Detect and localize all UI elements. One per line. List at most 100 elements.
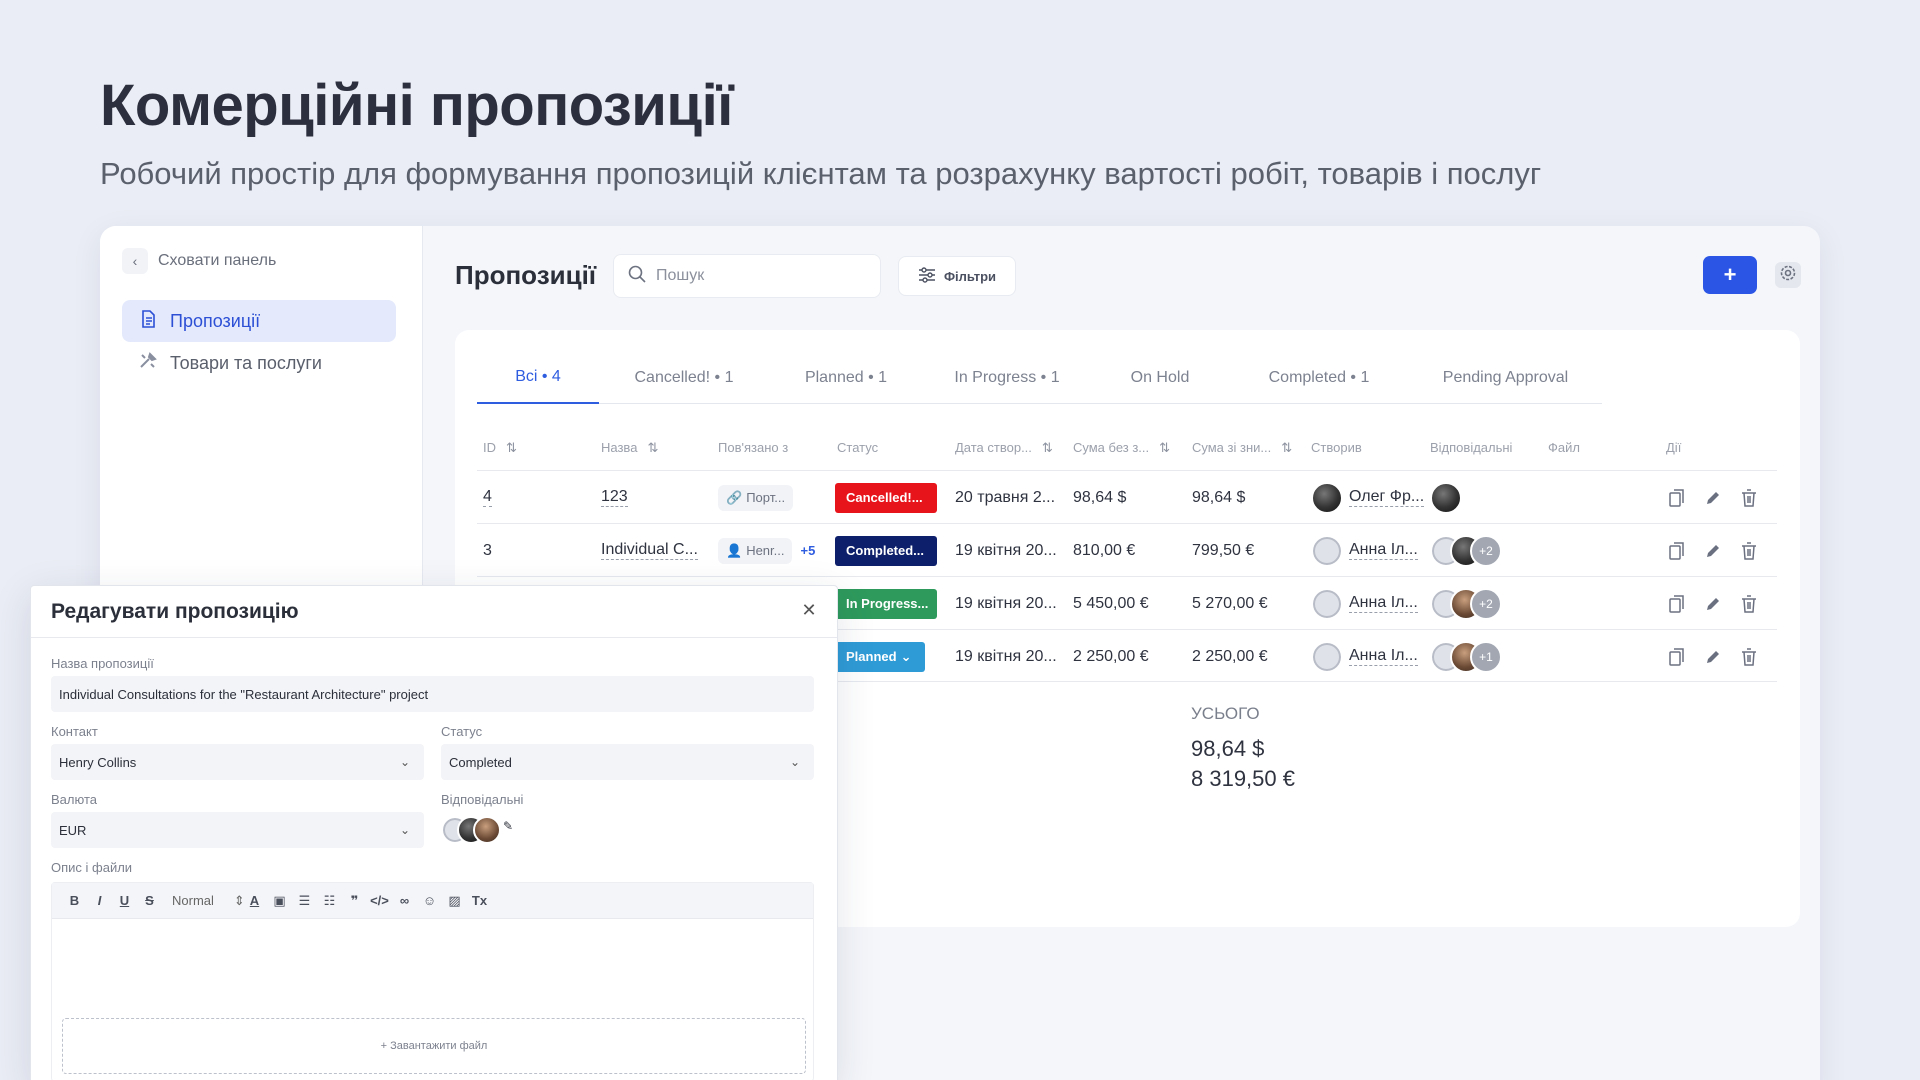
search-icon (628, 265, 646, 288)
status-badge[interactable]: Cancelled!... (835, 482, 937, 513)
linked-chip[interactable]: 👤 Henr... (718, 537, 793, 564)
column-id[interactable]: ID ⇅ (483, 440, 517, 456)
column-sum-discount[interactable]: Сума зі зни... ⇅ (1192, 440, 1292, 456)
status-badge[interactable]: In Progress... (835, 588, 937, 619)
underline-icon[interactable]: U (112, 893, 137, 908)
link-icon: 🔗 (726, 489, 743, 505)
bullet-list-icon[interactable]: ☷ (317, 893, 342, 909)
row-id[interactable]: 3 (483, 524, 492, 577)
trash-icon[interactable] (1739, 488, 1759, 508)
total-eur: 8 319,50 € (1191, 766, 1295, 791)
column-sum-no-discount[interactable]: Сума без з... ⇅ (1073, 440, 1170, 456)
tab-planned[interactable]: Planned • 1 (769, 352, 923, 404)
responsible-avatars[interactable]: +2 (1430, 534, 1502, 567)
status-label: Статус (441, 724, 483, 739)
edit-icon[interactable] (1703, 647, 1723, 667)
total-label: УСЬОГО (1191, 704, 1260, 723)
total-usd: 98,64 $ (1191, 736, 1265, 761)
edit-icon[interactable] (1703, 488, 1723, 508)
strike-icon[interactable]: S (137, 893, 162, 908)
proposal-name-field[interactable]: Individual Consultations for the "Restau… (51, 676, 814, 712)
tab-pending-approval[interactable]: Pending Approval (1409, 352, 1602, 404)
row-date: 20 травня 2... (955, 488, 1056, 506)
copy-icon[interactable] (1667, 541, 1687, 561)
status-select[interactable]: Completed ⌄ (441, 744, 814, 780)
ordered-list-icon[interactable]: ☰ (292, 893, 317, 909)
settings-button[interactable] (1775, 262, 1801, 288)
row-id[interactable]: 4 (483, 488, 492, 507)
format-select[interactable]: Normal ⇕ (162, 893, 245, 909)
linked-more[interactable]: +5 (800, 543, 815, 558)
text-color-icon[interactable]: A (242, 893, 267, 908)
close-icon[interactable]: ✕ (799, 600, 819, 620)
copy-icon[interactable] (1667, 488, 1687, 508)
tab-cancelled[interactable]: Cancelled! • 1 (599, 352, 769, 404)
sort-icon: ⇅ (506, 440, 517, 455)
gear-icon (1779, 264, 1797, 287)
responsible-avatars[interactable] (1430, 481, 1462, 514)
row-sum-discount: 5 270,00 € (1192, 594, 1268, 612)
column-date[interactable]: Дата створ... ⇅ (955, 440, 1053, 456)
creator-name[interactable]: Олег Фр... (1349, 488, 1425, 507)
italic-icon[interactable]: I (87, 893, 112, 908)
sidebar-item-products[interactable]: Товари та послуги (122, 342, 396, 384)
hide-panel-button[interactable]: ‹ Сховати панель (122, 248, 276, 274)
creator-name[interactable]: Анна Іл... (1349, 594, 1418, 613)
status-badge[interactable]: Planned ⌄ (835, 641, 925, 672)
trash-icon[interactable] (1739, 647, 1759, 667)
trash-icon[interactable] (1739, 594, 1759, 614)
column-actions: Дії (1666, 440, 1682, 455)
emoji-icon[interactable]: ☺ (417, 893, 442, 908)
link-icon[interactable]: ∞ (392, 893, 417, 908)
responsible-avatars[interactable]: ✎ (441, 816, 513, 844)
quote-icon[interactable]: ❞ (342, 893, 367, 909)
add-proposal-button[interactable]: + (1703, 256, 1757, 294)
avatar (1311, 587, 1343, 620)
creator-name[interactable]: Анна Іл... (1349, 541, 1418, 560)
copy-icon[interactable] (1667, 594, 1687, 614)
row-name[interactable]: 123 (601, 488, 628, 507)
row-name[interactable]: Individual C... (601, 541, 698, 560)
trash-icon[interactable] (1739, 541, 1759, 561)
copy-icon[interactable] (1667, 647, 1687, 667)
avatar-more: +2 (1470, 587, 1502, 620)
sidebar-item-proposals[interactable]: Пропозиції (122, 300, 396, 342)
status-badge[interactable]: Completed... (835, 535, 937, 566)
search-input[interactable]: Пошук (613, 254, 881, 298)
editor-toolbar: B I U S Normal ⇕ A ▣ ☰ ☷ ❞ </> ∞ ☺ ▨ Tx (52, 883, 813, 919)
search-placeholder: Пошук (656, 267, 705, 284)
code-icon[interactable]: </> (367, 893, 392, 908)
edit-icon[interactable] (1703, 541, 1723, 561)
contact-value: Henry Collins (59, 754, 137, 770)
tab-all[interactable]: Всі • 4 (477, 352, 599, 404)
contact-label: Контакт (51, 724, 98, 739)
tab-completed[interactable]: Completed • 1 (1229, 352, 1409, 404)
avatar-more: +1 (1470, 640, 1502, 673)
name-label: Назва пропозиції (51, 656, 154, 671)
creator-name[interactable]: Анна Іл... (1349, 647, 1418, 666)
description-editor[interactable]: B I U S Normal ⇕ A ▣ ☰ ☷ ❞ </> ∞ ☺ ▨ Tx +… (51, 882, 814, 1080)
tab-in-progress[interactable]: In Progress • 1 (923, 352, 1091, 404)
bold-icon[interactable]: B (62, 893, 87, 908)
edit-icon[interactable] (1703, 594, 1723, 614)
page-title: Пропозиції (455, 260, 597, 290)
currency-select[interactable]: EUR ⌄ (51, 812, 424, 848)
clear-format-icon[interactable]: Tx (467, 893, 492, 908)
filters-button[interactable]: Фільтри (898, 256, 1016, 296)
upload-file-button[interactable]: + Завантажити файл (62, 1018, 806, 1074)
table-row[interactable]: 4 123 🔗 Порт... Cancelled!... 20 травня 2… (477, 470, 1777, 523)
sort-icon: ⇅ (1159, 440, 1171, 455)
responsible-avatars[interactable]: +2 (1430, 587, 1502, 620)
responsible-avatars[interactable]: +1 (1430, 640, 1502, 673)
row-actions (1667, 471, 1759, 524)
image-icon[interactable]: ▨ (442, 893, 467, 909)
highlight-icon[interactable]: ▣ (267, 893, 292, 909)
table-row[interactable]: 3 Individual C... 👤 Henr... +5 Completed..… (477, 523, 1777, 576)
column-name[interactable]: Назва ⇅ (601, 440, 658, 456)
row-sum-discount: 2 250,00 € (1192, 647, 1268, 665)
linked-chip[interactable]: 🔗 Порт... (718, 484, 794, 511)
tab-on-hold[interactable]: On Hold (1091, 352, 1229, 404)
currency-label: Валюта (51, 792, 97, 807)
contact-select[interactable]: Henry Collins ⌄ (51, 744, 424, 780)
sidebar-item-label: Пропозиції (170, 310, 261, 331)
